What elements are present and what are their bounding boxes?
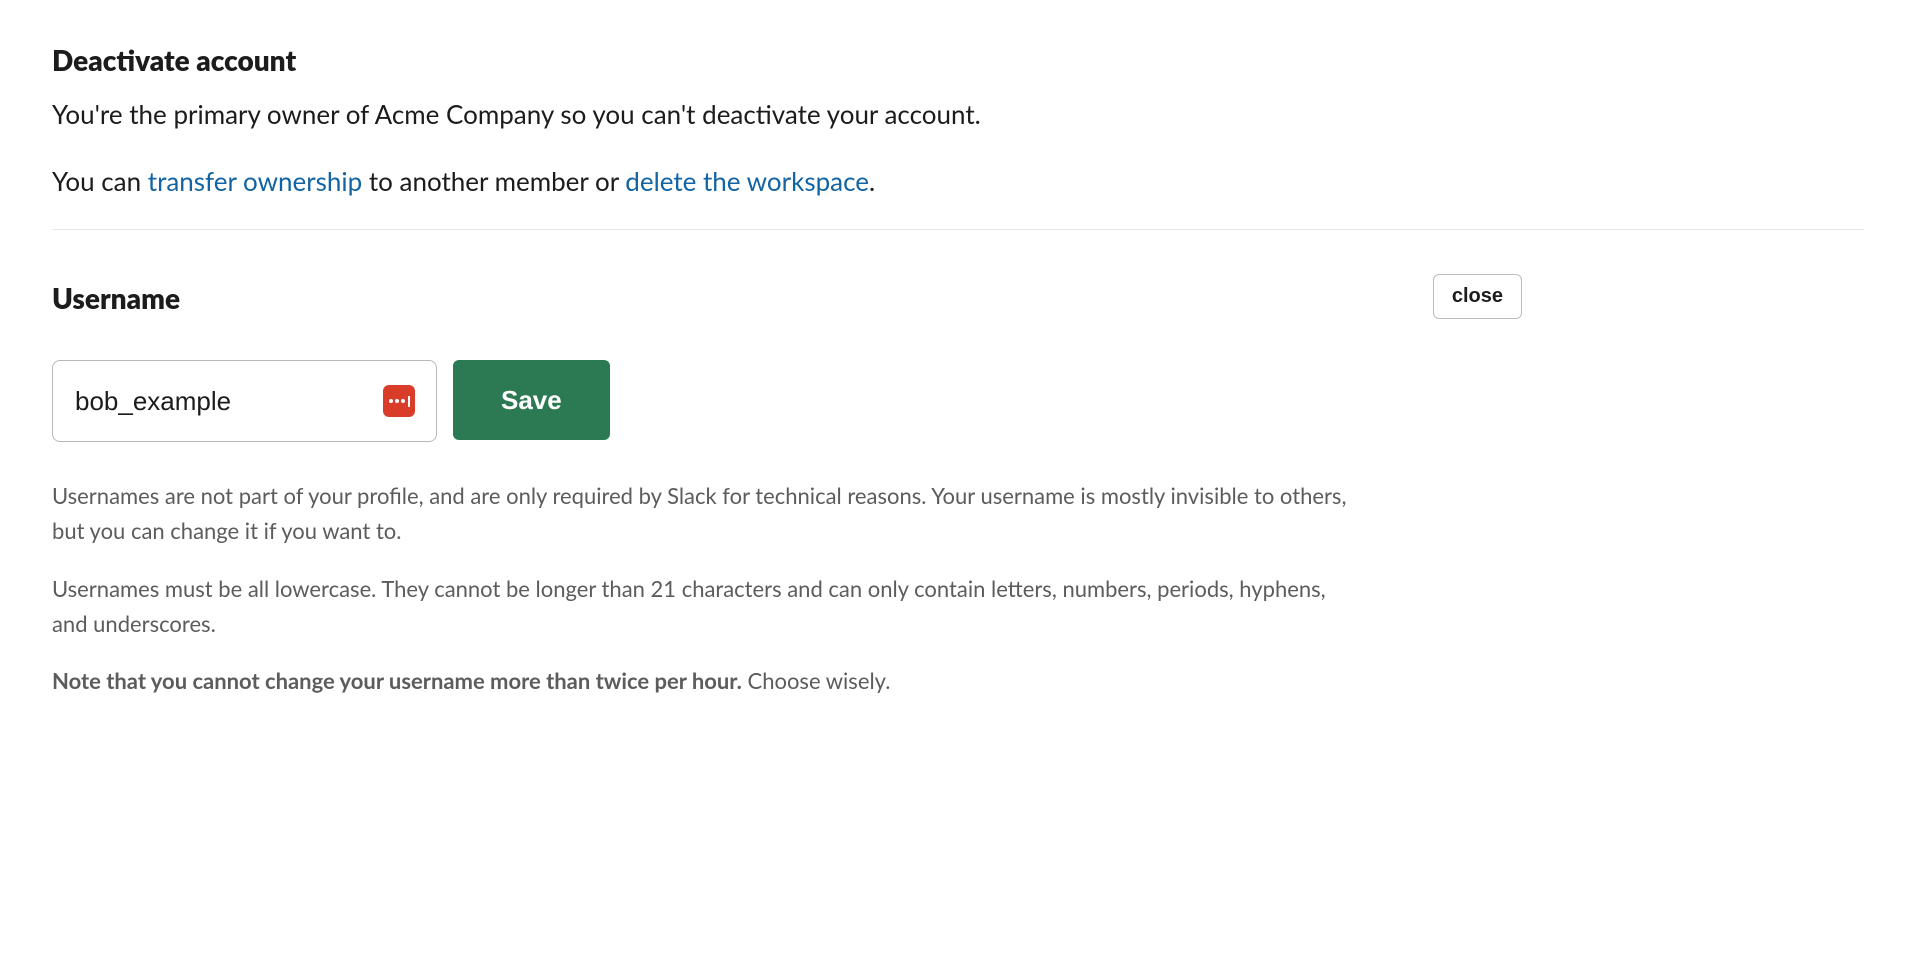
username-help-2: Usernames must be all lowercase. They ca… — [52, 571, 1352, 641]
username-help-3-rest: Choose wisely. — [742, 667, 891, 694]
deactivate-body-2-mid: to another member or — [362, 165, 625, 197]
password-manager-icon[interactable] — [383, 385, 415, 417]
username-input[interactable] — [52, 360, 437, 442]
transfer-ownership-link[interactable]: transfer ownership — [148, 165, 362, 197]
deactivate-body-2-suffix: . — [869, 165, 875, 197]
section-divider — [52, 229, 1864, 230]
username-title: Username — [52, 278, 180, 319]
username-input-row: Save — [52, 360, 1522, 442]
deactivate-body-1: You're the primary owner of Acme Company… — [52, 95, 992, 134]
deactivate-body-2: You can transfer ownership to another me… — [52, 162, 992, 201]
username-help-3-bold: Note that you cannot change your usernam… — [52, 667, 742, 694]
deactivate-body-2-prefix: You can — [52, 165, 148, 197]
deactivate-title: Deactivate account — [52, 40, 1522, 81]
deactivate-section: Deactivate account You're the primary ow… — [52, 40, 1522, 201]
username-input-wrap — [52, 360, 437, 442]
username-section: Username close Save Usernames are not pa… — [52, 278, 1522, 699]
username-help-1: Usernames are not part of your profile, … — [52, 478, 1352, 548]
close-button[interactable]: close — [1433, 274, 1522, 319]
username-header-row: Username close — [52, 278, 1522, 333]
save-button[interactable]: Save — [453, 360, 610, 440]
delete-workspace-link[interactable]: delete the workspace — [625, 165, 869, 197]
username-help-3: Note that you cannot change your usernam… — [52, 663, 1352, 698]
